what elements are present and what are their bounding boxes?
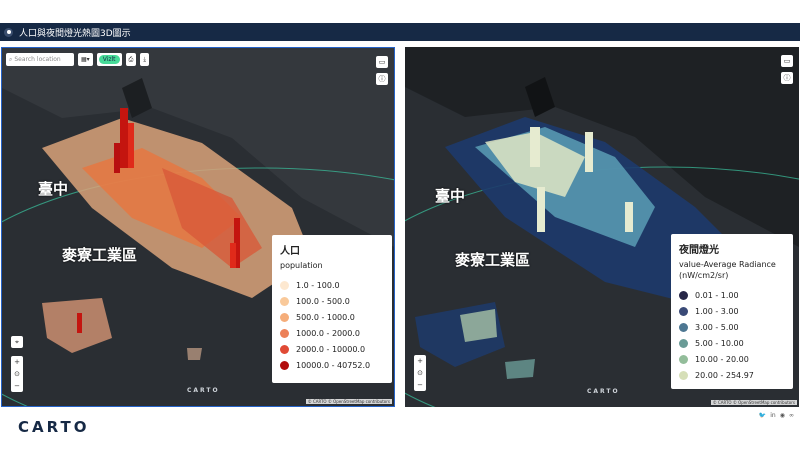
population-map[interactable]: ⌕ Search location ▦ ▾ Vizlt ⎙ ⤓ ▭ ⓘ ⌖ + … bbox=[1, 47, 395, 407]
legend-item: 3.00 - 5.00 bbox=[679, 319, 785, 335]
map-toolbar: ⌕ Search location ▦ ▾ Vizlt ⎙ ⤓ bbox=[6, 53, 149, 66]
title-bar: 人口與夜間燈光熱圖3D圖示 bbox=[0, 23, 800, 41]
layers-button[interactable]: ▦ ▾ bbox=[78, 53, 93, 66]
map-attribution[interactable]: © CARTO © OpenStreetMap contributors bbox=[305, 399, 392, 404]
legend-item-label: 1.00 - 3.00 bbox=[695, 306, 739, 316]
night-light-legend: 夜間燈光 value-Average Radiance (nW/cm2/sr) … bbox=[671, 234, 793, 389]
legend-subtitle: population bbox=[280, 261, 323, 270]
legend-item: 1.0 - 100.0 bbox=[280, 277, 384, 293]
legend-swatch bbox=[679, 354, 688, 364]
legend-item-label: 2000.0 - 10000.0 bbox=[296, 344, 366, 354]
info-button[interactable]: ⓘ bbox=[376, 73, 388, 85]
legend-swatch bbox=[280, 296, 289, 306]
social-links: 🐦 in ◉ ∞ bbox=[759, 412, 794, 419]
legend-swatch bbox=[679, 338, 688, 348]
legend-item-label: 100.0 - 500.0 bbox=[296, 296, 350, 306]
search-icon: ⌕ bbox=[9, 55, 13, 63]
link-icon[interactable]: ∞ bbox=[789, 412, 794, 419]
zoom-in-button[interactable]: + bbox=[417, 355, 423, 367]
linkedin-icon[interactable]: in bbox=[770, 412, 775, 419]
carto-watermark: CARTO bbox=[587, 388, 620, 395]
label-mailiao: 麥寮工業區 bbox=[62, 246, 138, 264]
legend-item: 1000.0 - 2000.0 bbox=[280, 325, 384, 341]
legend-item-label: 1000.0 - 2000.0 bbox=[296, 328, 360, 338]
search-placeholder: Search location bbox=[14, 56, 61, 63]
legend-item: 100.0 - 500.0 bbox=[280, 293, 384, 309]
carto-logo: CARTO bbox=[18, 418, 90, 436]
screen-icon: ▭ bbox=[378, 58, 386, 66]
fullscreen-button[interactable]: ▭ bbox=[376, 56, 388, 68]
github-icon[interactable]: ◉ bbox=[780, 412, 785, 419]
legend-item-label: 10000.0 - 40752.0 bbox=[296, 360, 371, 370]
zoom-control: + ⊙ − bbox=[11, 356, 23, 392]
population-legend: 人口 population 1.0 - 100.0 100.0 - 500.0 … bbox=[272, 235, 392, 383]
zoom-reset-icon[interactable]: ⊙ bbox=[417, 367, 423, 379]
compass-button[interactable]: ⌖ bbox=[11, 336, 23, 348]
fullscreen-button[interactable]: ▭ bbox=[781, 55, 793, 67]
legend-item-label: 5.00 - 10.00 bbox=[695, 338, 744, 348]
download-button[interactable]: ⤓ bbox=[140, 53, 149, 66]
zoom-out-button[interactable]: − bbox=[417, 379, 423, 391]
label-taichung: 臺中 bbox=[435, 187, 466, 205]
legend-swatch bbox=[280, 360, 289, 370]
app-icon bbox=[4, 27, 13, 37]
legend-item-label: 500.0 - 1000.0 bbox=[296, 312, 355, 322]
zoom-control: + ⊙ − bbox=[414, 355, 426, 391]
visualize-label: Vizlt bbox=[98, 55, 120, 64]
zoom-in-button[interactable]: + bbox=[14, 356, 20, 368]
print-button[interactable]: ⎙ bbox=[125, 53, 137, 66]
legend-item: 500.0 - 1000.0 bbox=[280, 309, 384, 325]
info-icon: ⓘ bbox=[378, 75, 386, 83]
zoom-reset-icon[interactable]: ⊙ bbox=[14, 368, 20, 380]
visualize-toggle[interactable]: Vizlt bbox=[96, 53, 122, 66]
legend-swatch bbox=[280, 280, 289, 290]
label-mailiao: 麥寮工業區 bbox=[455, 251, 531, 269]
legend-item: 0.01 - 1.00 bbox=[679, 287, 785, 303]
legend-item: 10000.0 - 40752.0 bbox=[280, 357, 384, 373]
legend-swatch bbox=[280, 344, 289, 354]
search-input[interactable]: ⌕ Search location bbox=[6, 53, 74, 66]
legend-item: 1.00 - 3.00 bbox=[679, 303, 785, 319]
legend-swatch bbox=[280, 328, 289, 338]
legend-items: 1.0 - 100.0 100.0 - 500.0 500.0 - 1000.0… bbox=[280, 277, 384, 373]
print-icon: ⎙ bbox=[128, 55, 134, 63]
info-button[interactable]: ⓘ bbox=[781, 72, 793, 84]
info-icon: ⓘ bbox=[783, 74, 791, 82]
legend-title: 夜間燈光 bbox=[679, 245, 719, 256]
legend-swatch bbox=[679, 370, 688, 380]
layers-dropdown-label: ▾ bbox=[86, 56, 90, 63]
map-attribution[interactable]: © CARTO © OpenStreetMap contributors bbox=[710, 400, 797, 405]
zoom-out-button[interactable]: − bbox=[14, 380, 20, 392]
twitter-icon[interactable]: 🐦 bbox=[759, 412, 766, 419]
legend-item-label: 0.01 - 1.00 bbox=[695, 290, 739, 300]
legend-swatch bbox=[679, 306, 688, 316]
legend-item: 2000.0 - 10000.0 bbox=[280, 341, 384, 357]
download-icon: ⤓ bbox=[143, 55, 146, 63]
legend-item: 10.00 - 20.00 bbox=[679, 351, 785, 367]
compass-icon: ⌖ bbox=[15, 337, 19, 346]
label-taichung: 臺中 bbox=[38, 180, 69, 198]
legend-item: 5.00 - 10.00 bbox=[679, 335, 785, 351]
legend-item: 20.00 - 254.97 bbox=[679, 367, 785, 383]
legend-swatch bbox=[679, 322, 688, 332]
carto-watermark: CARTO bbox=[187, 387, 220, 394]
legend-swatch bbox=[679, 290, 688, 300]
screen-icon: ▭ bbox=[783, 57, 791, 65]
legend-subtitle: value-Average Radiance (nW/cm2/sr) bbox=[679, 260, 776, 280]
night-light-map[interactable]: ▭ ⓘ + ⊙ − 臺中 麥寮工業區 夜間燈光 value-Average Ra… bbox=[405, 47, 799, 407]
legend-swatch bbox=[280, 312, 289, 322]
legend-item-label: 10.00 - 20.00 bbox=[695, 354, 749, 364]
window-title: 人口與夜間燈光熱圖3D圖示 bbox=[19, 28, 131, 39]
legend-item-label: 20.00 - 254.97 bbox=[695, 370, 754, 380]
legend-item-label: 1.0 - 100.0 bbox=[296, 280, 340, 290]
legend-item-label: 3.00 - 5.00 bbox=[695, 322, 739, 332]
legend-title: 人口 bbox=[280, 246, 300, 257]
legend-items: 0.01 - 1.00 1.00 - 3.00 3.00 - 5.00 5.00… bbox=[679, 287, 785, 383]
